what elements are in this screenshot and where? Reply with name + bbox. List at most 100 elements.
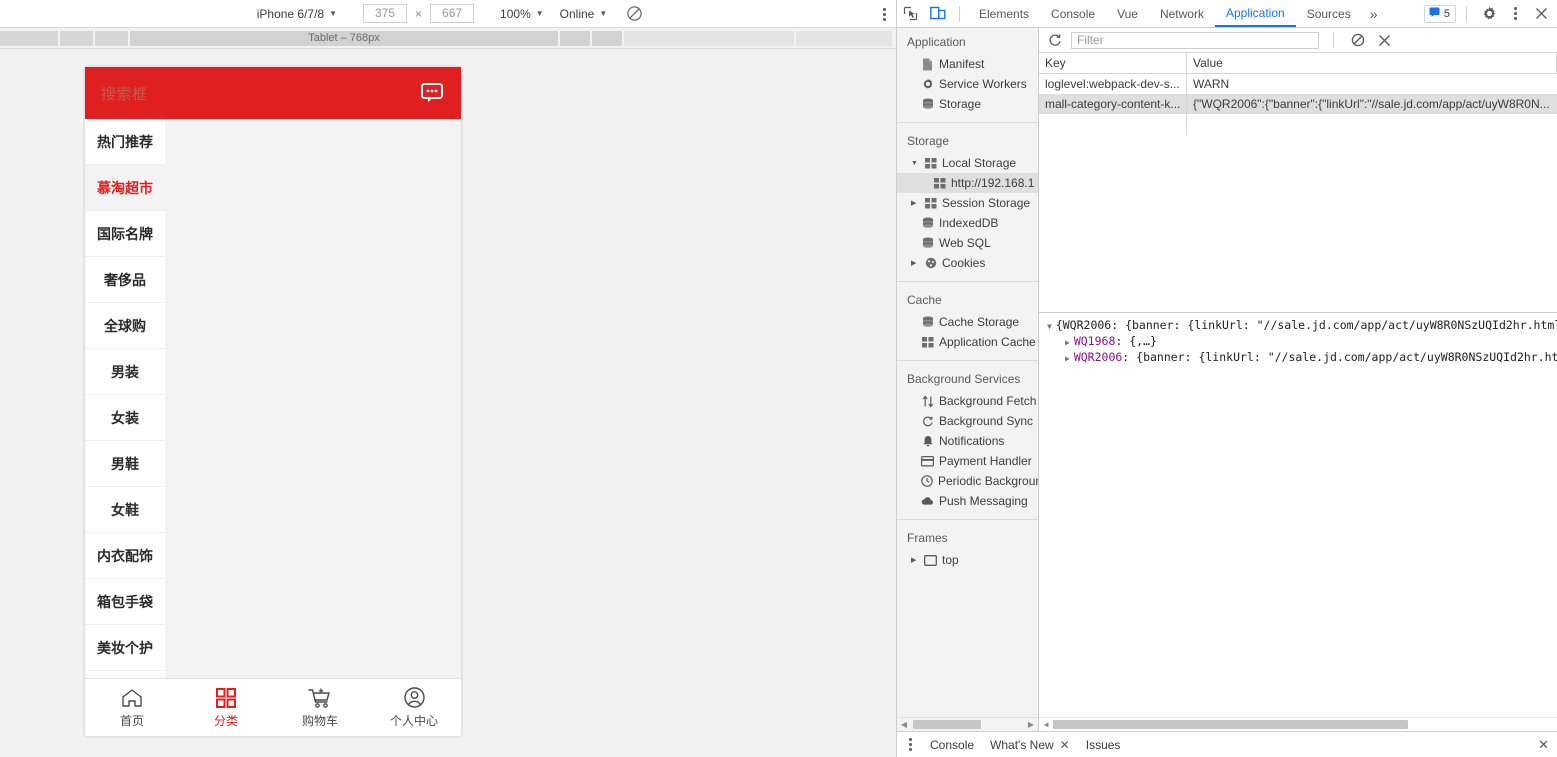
category-item-active[interactable]: 慕淘超市	[85, 165, 165, 211]
tab-home[interactable]: 首页	[85, 679, 179, 736]
table-row-empty[interactable]	[1039, 114, 1557, 134]
preview-line[interactable]: ▶ WQR2006: {banner: {linkUrl: "//sale.jd.…	[1039, 349, 1557, 365]
sidebar-item-local-storage-origin[interactable]: http://192.168.1	[897, 173, 1038, 193]
category-item[interactable]: 箱包手袋	[85, 579, 165, 625]
search-input[interactable]: 搜索框	[101, 83, 148, 104]
category-item[interactable]: 热门推荐	[85, 119, 165, 165]
preview-line[interactable]: ▼ {WQR2006: {banner: {linkUrl: "//sale.jd…	[1039, 317, 1557, 333]
sidebar-item-session-storage[interactable]: ▶ Session Storage	[897, 193, 1038, 213]
media-query-segment[interactable]	[592, 30, 624, 46]
tab-elements[interactable]: Elements	[968, 0, 1040, 27]
device-toolbar-icon[interactable]	[924, 1, 951, 27]
scroll-right-icon[interactable]: ▶	[1024, 720, 1038, 729]
sidebar-item-manifest[interactable]: Manifest	[897, 54, 1038, 74]
scrollbar-thumb[interactable]	[913, 720, 981, 729]
drawer-tab-console[interactable]: Console	[922, 738, 982, 752]
category-item[interactable]: 国际名牌	[85, 211, 165, 257]
media-query-segment[interactable]	[0, 30, 60, 46]
rotate-device-icon[interactable]	[621, 1, 647, 27]
throttling-select[interactable]: Online ▼	[552, 7, 616, 21]
chevron-down-icon[interactable]: ▼	[911, 160, 919, 167]
category-item[interactable]: 奢侈品	[85, 257, 165, 303]
device-width-input[interactable]: 375	[363, 4, 408, 23]
preview-line[interactable]: ▶ WQ1968: {,…}	[1039, 333, 1557, 349]
close-devtools-icon[interactable]	[1529, 2, 1553, 26]
category-item[interactable]: 男装	[85, 349, 165, 395]
media-query-segment[interactable]	[624, 30, 796, 46]
tab-category[interactable]: 分类	[179, 679, 273, 736]
category-item[interactable]: 女装	[85, 395, 165, 441]
sidebar-item-cookies[interactable]: ▶ Cookies	[897, 253, 1038, 273]
device-height-input[interactable]: 667	[430, 4, 475, 23]
clear-all-icon[interactable]	[1348, 30, 1368, 50]
sidebar-item-service-workers[interactable]: Service Workers	[897, 74, 1038, 94]
preview-horizontal-scrollbar[interactable]: ◀	[1039, 717, 1557, 731]
category-item[interactable]: 美妆个护	[85, 625, 165, 671]
column-header-value[interactable]: Value	[1187, 53, 1557, 73]
column-header-key[interactable]: Key	[1039, 53, 1187, 73]
scroll-left-icon[interactable]: ◀	[1039, 720, 1053, 729]
chevron-down-icon[interactable]: ▼	[1047, 322, 1052, 331]
scrollbar-thumb[interactable]	[1053, 720, 1408, 729]
message-count-badge[interactable]: 5	[1423, 4, 1456, 23]
device-preset-select[interactable]: iPhone 6/7/8 ▼	[249, 7, 345, 21]
table-row-selected[interactable]: mall-category-content-k... {"WQR2006":{"…	[1039, 94, 1557, 114]
category-item[interactable]: 女鞋	[85, 487, 165, 533]
category-item[interactable]: 男鞋	[85, 441, 165, 487]
chat-bubble-icon[interactable]	[419, 80, 445, 106]
sidebar-item-push-messaging[interactable]: Push Messaging	[897, 491, 1038, 511]
media-query-segment-tablet[interactable]: Tablet – 768px	[130, 30, 560, 46]
chevron-right-icon[interactable]: ▶	[1065, 338, 1070, 347]
refresh-icon[interactable]	[1045, 30, 1065, 50]
chevron-right-icon[interactable]: ▶	[911, 199, 919, 207]
close-drawer-icon[interactable]: ✕	[1538, 737, 1549, 753]
category-item-partial[interactable]	[85, 671, 165, 678]
sidebar-horizontal-scrollbar[interactable]: ◀ ▶	[897, 717, 1038, 731]
tab-application[interactable]: Application	[1214, 0, 1296, 27]
main-menu-icon[interactable]	[1503, 2, 1527, 26]
tab-vue[interactable]: Vue	[1106, 0, 1149, 27]
tab-network[interactable]: Network	[1149, 0, 1215, 27]
category-item[interactable]: 内衣配饰	[85, 533, 165, 579]
sidebar-item-web-sql[interactable]: Web SQL	[897, 233, 1038, 253]
filter-input[interactable]: Filter	[1071, 31, 1319, 49]
media-query-ruler[interactable]: Tablet – 768px	[0, 28, 896, 49]
media-query-segment[interactable]	[60, 30, 95, 46]
category-item[interactable]: 全球购	[85, 303, 165, 349]
sidebar-item-background-fetch[interactable]: Background Fetch	[897, 391, 1038, 411]
media-query-segment[interactable]	[95, 30, 130, 46]
sidebar-item-frame-top[interactable]: ▶ top	[897, 550, 1038, 570]
sidebar-item-periodic-background-sync[interactable]: Periodic Background	[897, 471, 1038, 491]
tab-cart[interactable]: 购物车	[273, 679, 367, 736]
scroll-left-icon[interactable]: ◀	[897, 720, 911, 729]
zoom-select[interactable]: 100% ▼	[492, 7, 552, 21]
sidebar-item-local-storage[interactable]: ▼ Local Storage	[897, 153, 1038, 173]
close-icon[interactable]: ✕	[1060, 738, 1070, 752]
device-toolbar-more-button[interactable]	[883, 0, 886, 28]
drawer-tab-issues[interactable]: Issues	[1078, 738, 1129, 752]
sidebar-item-storage[interactable]: Storage	[897, 94, 1038, 114]
sidebar-item-cache-storage[interactable]: Cache Storage	[897, 312, 1038, 332]
chevron-right-icon[interactable]: ▶	[911, 259, 919, 267]
chevron-double-right-icon[interactable]: »	[1362, 6, 1386, 22]
sidebar-item-background-sync[interactable]: Background Sync	[897, 411, 1038, 431]
inspect-cursor-icon[interactable]	[897, 1, 924, 27]
drawer-more-options-icon[interactable]	[897, 738, 922, 751]
drawer-tab-whats-new[interactable]: What's New ✕	[982, 738, 1078, 752]
chevron-right-icon[interactable]: ▶	[911, 556, 919, 564]
media-query-segment[interactable]	[796, 30, 892, 46]
table-row[interactable]: loglevel:webpack-dev-s... WARN	[1039, 74, 1557, 94]
tab-profile[interactable]: 个人中心	[367, 679, 461, 736]
sidebar-item-application-cache[interactable]: Application Cache	[897, 332, 1038, 352]
gear-icon[interactable]	[1477, 2, 1501, 26]
tab-console[interactable]: Console	[1040, 0, 1106, 27]
sidebar-item-payment-handler[interactable]: Payment Handler	[897, 451, 1038, 471]
tab-sources[interactable]: Sources	[1296, 0, 1362, 27]
chevron-right-icon[interactable]: ▶	[1065, 354, 1070, 363]
media-query-segment[interactable]	[560, 30, 592, 46]
sidebar-item-indexeddb[interactable]: IndexedDB	[897, 213, 1038, 233]
delete-selected-icon[interactable]	[1374, 30, 1394, 50]
category-sidebar[interactable]: 热门推荐 慕淘超市 国际名牌 奢侈品 全球购 男装 女装 男鞋 女鞋 内衣配饰 …	[85, 119, 165, 678]
sidebar-item-notifications[interactable]: Notifications	[897, 431, 1038, 451]
database-icon	[921, 98, 934, 110]
